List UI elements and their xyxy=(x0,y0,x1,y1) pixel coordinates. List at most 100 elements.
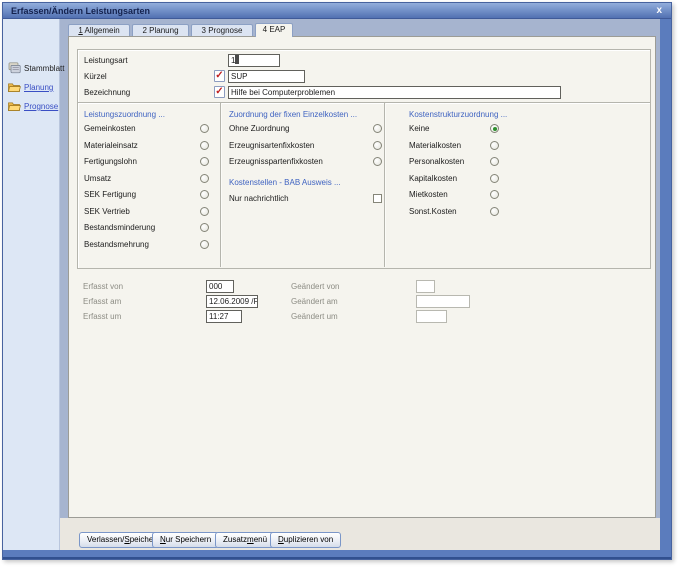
button-label: uplizieren von xyxy=(284,535,333,544)
button-label: Zusatz xyxy=(223,535,247,544)
button-label: m xyxy=(247,535,254,544)
erfasst-am-value: 12.06.2009 /Fr xyxy=(209,297,258,306)
tab-panel-eap: Leistungsart 1 Kürzel ✓ SUP Bezeichnung … xyxy=(68,36,656,518)
sidebar-item-label: Stammblatt xyxy=(24,64,64,73)
geaendert-am-input[interactable] xyxy=(416,295,470,308)
window-frame-bottom xyxy=(3,550,671,559)
text-caret xyxy=(235,55,239,64)
option-sek-fertigung[interactable]: SEK Fertigung xyxy=(84,190,136,199)
option-bestandsmehrung[interactable]: Bestandsmehrung xyxy=(84,240,149,249)
button-label: enü xyxy=(254,535,267,544)
erfasst-am-label: Erfasst am xyxy=(83,297,121,306)
sidebar-item-planung[interactable]: Planung xyxy=(8,82,53,93)
kostenstellen-bab-header: Kostenstellen - BAB Ausweis ... xyxy=(229,178,341,187)
option-erzeugnisspartenfixkosten[interactable]: Erzeugnisspartenfixkosten xyxy=(229,157,323,166)
option-materialkosten[interactable]: Materialkosten xyxy=(409,141,461,150)
folder-icon xyxy=(8,101,21,112)
erfasst-von-input[interactable]: 000 xyxy=(206,280,234,293)
radio-ohne-zuordnung[interactable] xyxy=(373,124,382,133)
option-materialeinsatz[interactable]: Materialeinsatz xyxy=(84,141,138,150)
geaendert-um-label: Geändert um xyxy=(291,312,338,321)
kuerzel-checked-icon[interactable]: ✓ xyxy=(214,70,225,82)
dialog-window: Erfassen/Ändern Leistungsarten x Stammbl… xyxy=(2,2,672,560)
sidebar: Stammblatt Planung Prognose xyxy=(3,19,60,550)
duplizieren-von-button[interactable]: Duplizieren von xyxy=(270,532,341,548)
tab-label: 3 Prognose xyxy=(202,26,243,35)
geaendert-von-label: Geändert von xyxy=(291,282,339,291)
bezeichnung-input[interactable]: Hilfe bei Computerproblemen xyxy=(228,86,561,99)
radio-mietkosten[interactable] xyxy=(490,190,499,199)
option-keine[interactable]: Keine xyxy=(409,124,429,133)
option-bestandsminderung[interactable]: Bestandsminderung xyxy=(84,223,155,232)
tab-planung[interactable]: 2 Planung xyxy=(132,24,189,36)
zusatzmenu-button[interactable]: Zusatzmenü xyxy=(215,532,275,548)
title-bar: Erfassen/Ändern Leistungsarten x xyxy=(3,3,671,19)
option-kapitalkosten[interactable]: Kapitalkosten xyxy=(409,174,457,183)
column-separator xyxy=(384,103,386,267)
radio-fertigungslohn[interactable] xyxy=(200,157,209,166)
tab-allgemein[interactable]: 1 Allgemein xyxy=(68,24,130,36)
option-sek-vertrieb[interactable]: SEK Vertrieb xyxy=(84,207,130,216)
erfasst-um-input[interactable]: 11:27 xyxy=(206,310,242,323)
radio-sek-fertigung[interactable] xyxy=(200,190,209,199)
radio-sek-vertrieb[interactable] xyxy=(200,207,209,216)
option-gemeinkosten[interactable]: Gemeinkosten xyxy=(84,124,136,133)
leistungszuordnung-header: Leistungszuordnung ... xyxy=(84,110,165,119)
bezeichnung-checked-icon[interactable]: ✓ xyxy=(214,86,225,98)
leistungsart-label: Leistungsart xyxy=(84,56,128,65)
window-frame-right xyxy=(660,19,671,559)
erfasst-am-input[interactable]: 12.06.2009 /Fr xyxy=(206,295,258,308)
radio-erzeugnisspartenfixkosten[interactable] xyxy=(373,157,382,166)
radio-sonst-kosten[interactable] xyxy=(490,207,499,216)
tab-label: Allgemein xyxy=(83,26,120,35)
option-erzeugnisartenfixkosten[interactable]: Erzeugnisartenfixkosten xyxy=(229,141,314,150)
kuerzel-label: Kürzel xyxy=(84,72,107,81)
button-label: Verlassen/ xyxy=(87,535,124,544)
kostenstruktur-header: Kostenstrukturzuordnung ... xyxy=(409,110,507,119)
nur-nachrichtlich-checkbox[interactable] xyxy=(373,194,382,203)
folder-icon xyxy=(8,82,21,93)
geaendert-um-input[interactable] xyxy=(416,310,447,323)
option-mietkosten[interactable]: Mietkosten xyxy=(409,190,448,199)
geaendert-am-label: Geändert am xyxy=(291,297,338,306)
geaendert-von-input[interactable] xyxy=(416,280,435,293)
radio-bestandsmehrung[interactable] xyxy=(200,240,209,249)
bezeichnung-value: Hilfe bei Computerproblemen xyxy=(231,88,335,97)
radio-bestandsminderung[interactable] xyxy=(200,223,209,232)
radio-materialkosten[interactable] xyxy=(490,141,499,150)
option-ohne-zuordnung[interactable]: Ohne Zuordnung xyxy=(229,124,290,133)
erfasst-um-value: 11:27 xyxy=(209,312,228,321)
kuerzel-input[interactable]: SUP xyxy=(228,70,305,83)
option-nur-nachrichtlich[interactable]: Nur nachrichtlich xyxy=(229,194,289,203)
sidebar-item-label: Prognose xyxy=(24,102,58,111)
option-umsatz[interactable]: Umsatz xyxy=(84,174,111,183)
fixe-einzelkosten-header: Zuordnung der fixen Einzelkosten ... xyxy=(229,110,357,119)
option-sonst-kosten[interactable]: Sonst.Kosten xyxy=(409,207,457,216)
sidebar-item-prognose[interactable]: Prognose xyxy=(8,101,58,112)
erfasst-von-label: Erfasst von xyxy=(83,282,123,291)
kuerzel-value: SUP xyxy=(231,72,247,81)
button-label: ur Speichern xyxy=(166,535,211,544)
radio-kapitalkosten[interactable] xyxy=(490,174,499,183)
radio-umsatz[interactable] xyxy=(200,174,209,183)
horizontal-separator xyxy=(78,102,650,104)
option-personalkosten[interactable]: Personalkosten xyxy=(409,157,464,166)
radio-erzeugnisartenfixkosten[interactable] xyxy=(373,141,382,150)
nur-speichern-button[interactable]: Nur Speichern xyxy=(152,532,219,548)
radio-keine[interactable] xyxy=(490,124,499,133)
stammblatt-cards-icon xyxy=(8,62,21,74)
radio-gemeinkosten[interactable] xyxy=(200,124,209,133)
sidebar-item-stammblatt[interactable]: Stammblatt xyxy=(8,62,64,74)
tab-eap[interactable]: 4 EAP xyxy=(255,23,293,37)
option-fertigungslohn[interactable]: Fertigungslohn xyxy=(84,157,137,166)
erfasst-um-label: Erfasst um xyxy=(83,312,121,321)
tab-prognose[interactable]: 3 Prognose xyxy=(191,24,253,36)
bezeichnung-label: Bezeichnung xyxy=(84,88,130,97)
close-icon[interactable]: x xyxy=(656,4,662,18)
window-title: Erfassen/Ändern Leistungsarten xyxy=(11,6,150,16)
tab-label: 2 Planung xyxy=(142,26,178,35)
radio-materialeinsatz[interactable] xyxy=(200,141,209,150)
column-separator xyxy=(220,103,222,267)
radio-personalkosten[interactable] xyxy=(490,157,499,166)
leistungsart-input[interactable]: 1 xyxy=(228,54,280,67)
